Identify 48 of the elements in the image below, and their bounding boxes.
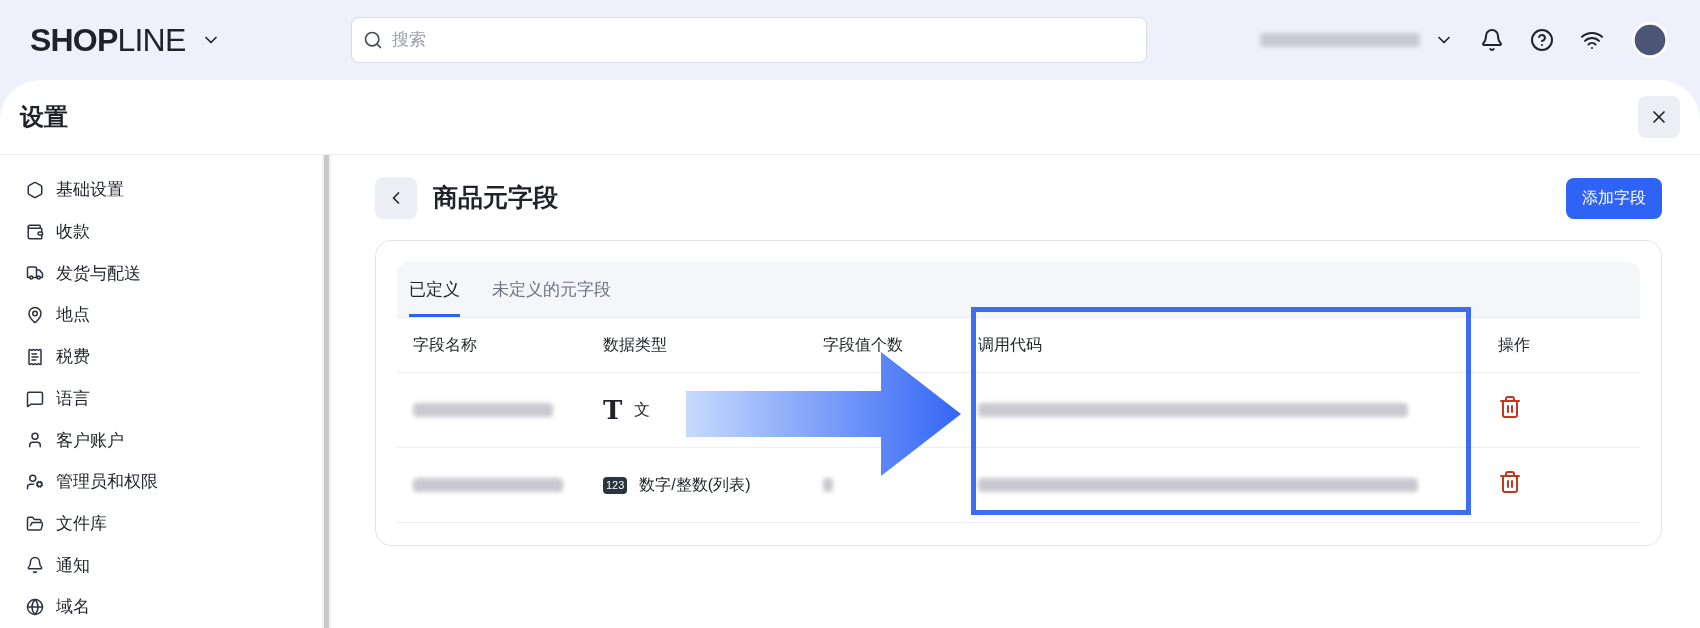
folder-icon [26,514,44,533]
column-header: 数据类型 [603,336,667,353]
column-header: 操作 [1498,336,1530,353]
receipt-icon [26,347,44,366]
user-icon [26,431,44,450]
text-type-icon: T [603,397,623,423]
search-icon [363,30,384,50]
sidebar-item[interactable]: 文件库 [26,502,322,545]
user-gear-icon [26,473,44,491]
delete-button[interactable] [1498,394,1522,419]
speech-bubble-icon [26,389,44,408]
sidebar-item[interactable]: 通知 [26,544,322,587]
sidebar-item[interactable]: 域名 [26,586,322,628]
sidebar-item[interactable]: 收款 [26,210,322,253]
avatar-icon[interactable] [1630,20,1670,60]
help-icon[interactable] [1530,28,1554,52]
column-header: 字段名称 [413,336,477,353]
truck-icon [26,264,44,283]
sidebar-item[interactable]: 税费 [26,335,322,378]
table-cell-text: 数字/整数(列表) [639,475,751,495]
search-field[interactable]: 搜索 [351,17,1148,63]
trash-icon [1498,469,1522,494]
sidebar-item[interactable]: 管理员和权限 [26,461,322,503]
delete-button[interactable] [1498,469,1522,494]
globe-icon [26,598,44,617]
number-type-icon: 123 [603,476,628,494]
sidebar-item[interactable]: 基础设置 [26,169,322,211]
sidebar-item[interactable]: 地点 [26,294,322,336]
redacted-text [823,478,833,492]
hexagon-icon [26,180,44,199]
logo[interactable]: SHOPLINE [30,24,186,56]
sidebar-item[interactable]: 客户账户 [26,419,322,462]
tab[interactable]: 未定义的元字段 [492,276,611,317]
notification-bell-icon[interactable] [1480,28,1504,52]
bell-icon [26,556,44,575]
map-pin-icon [26,306,44,325]
close-button[interactable] [1638,96,1680,138]
panel-title: 设置 [20,102,68,132]
page-title: 商品元字段 [433,182,558,214]
tab[interactable]: 已定义 [409,276,460,317]
table-cell-text: 文 [634,400,651,420]
sidebar-item[interactable]: 发货与配送 [26,252,322,295]
wallet-icon [26,222,44,241]
sidebar-item[interactable]: 语言 [26,377,322,420]
add-field-button[interactable]: 添加字段 [1566,177,1662,219]
column-header: 调用代码 [978,336,1042,353]
trash-icon [1498,394,1522,419]
column-header: 字段值个数 [823,336,903,353]
